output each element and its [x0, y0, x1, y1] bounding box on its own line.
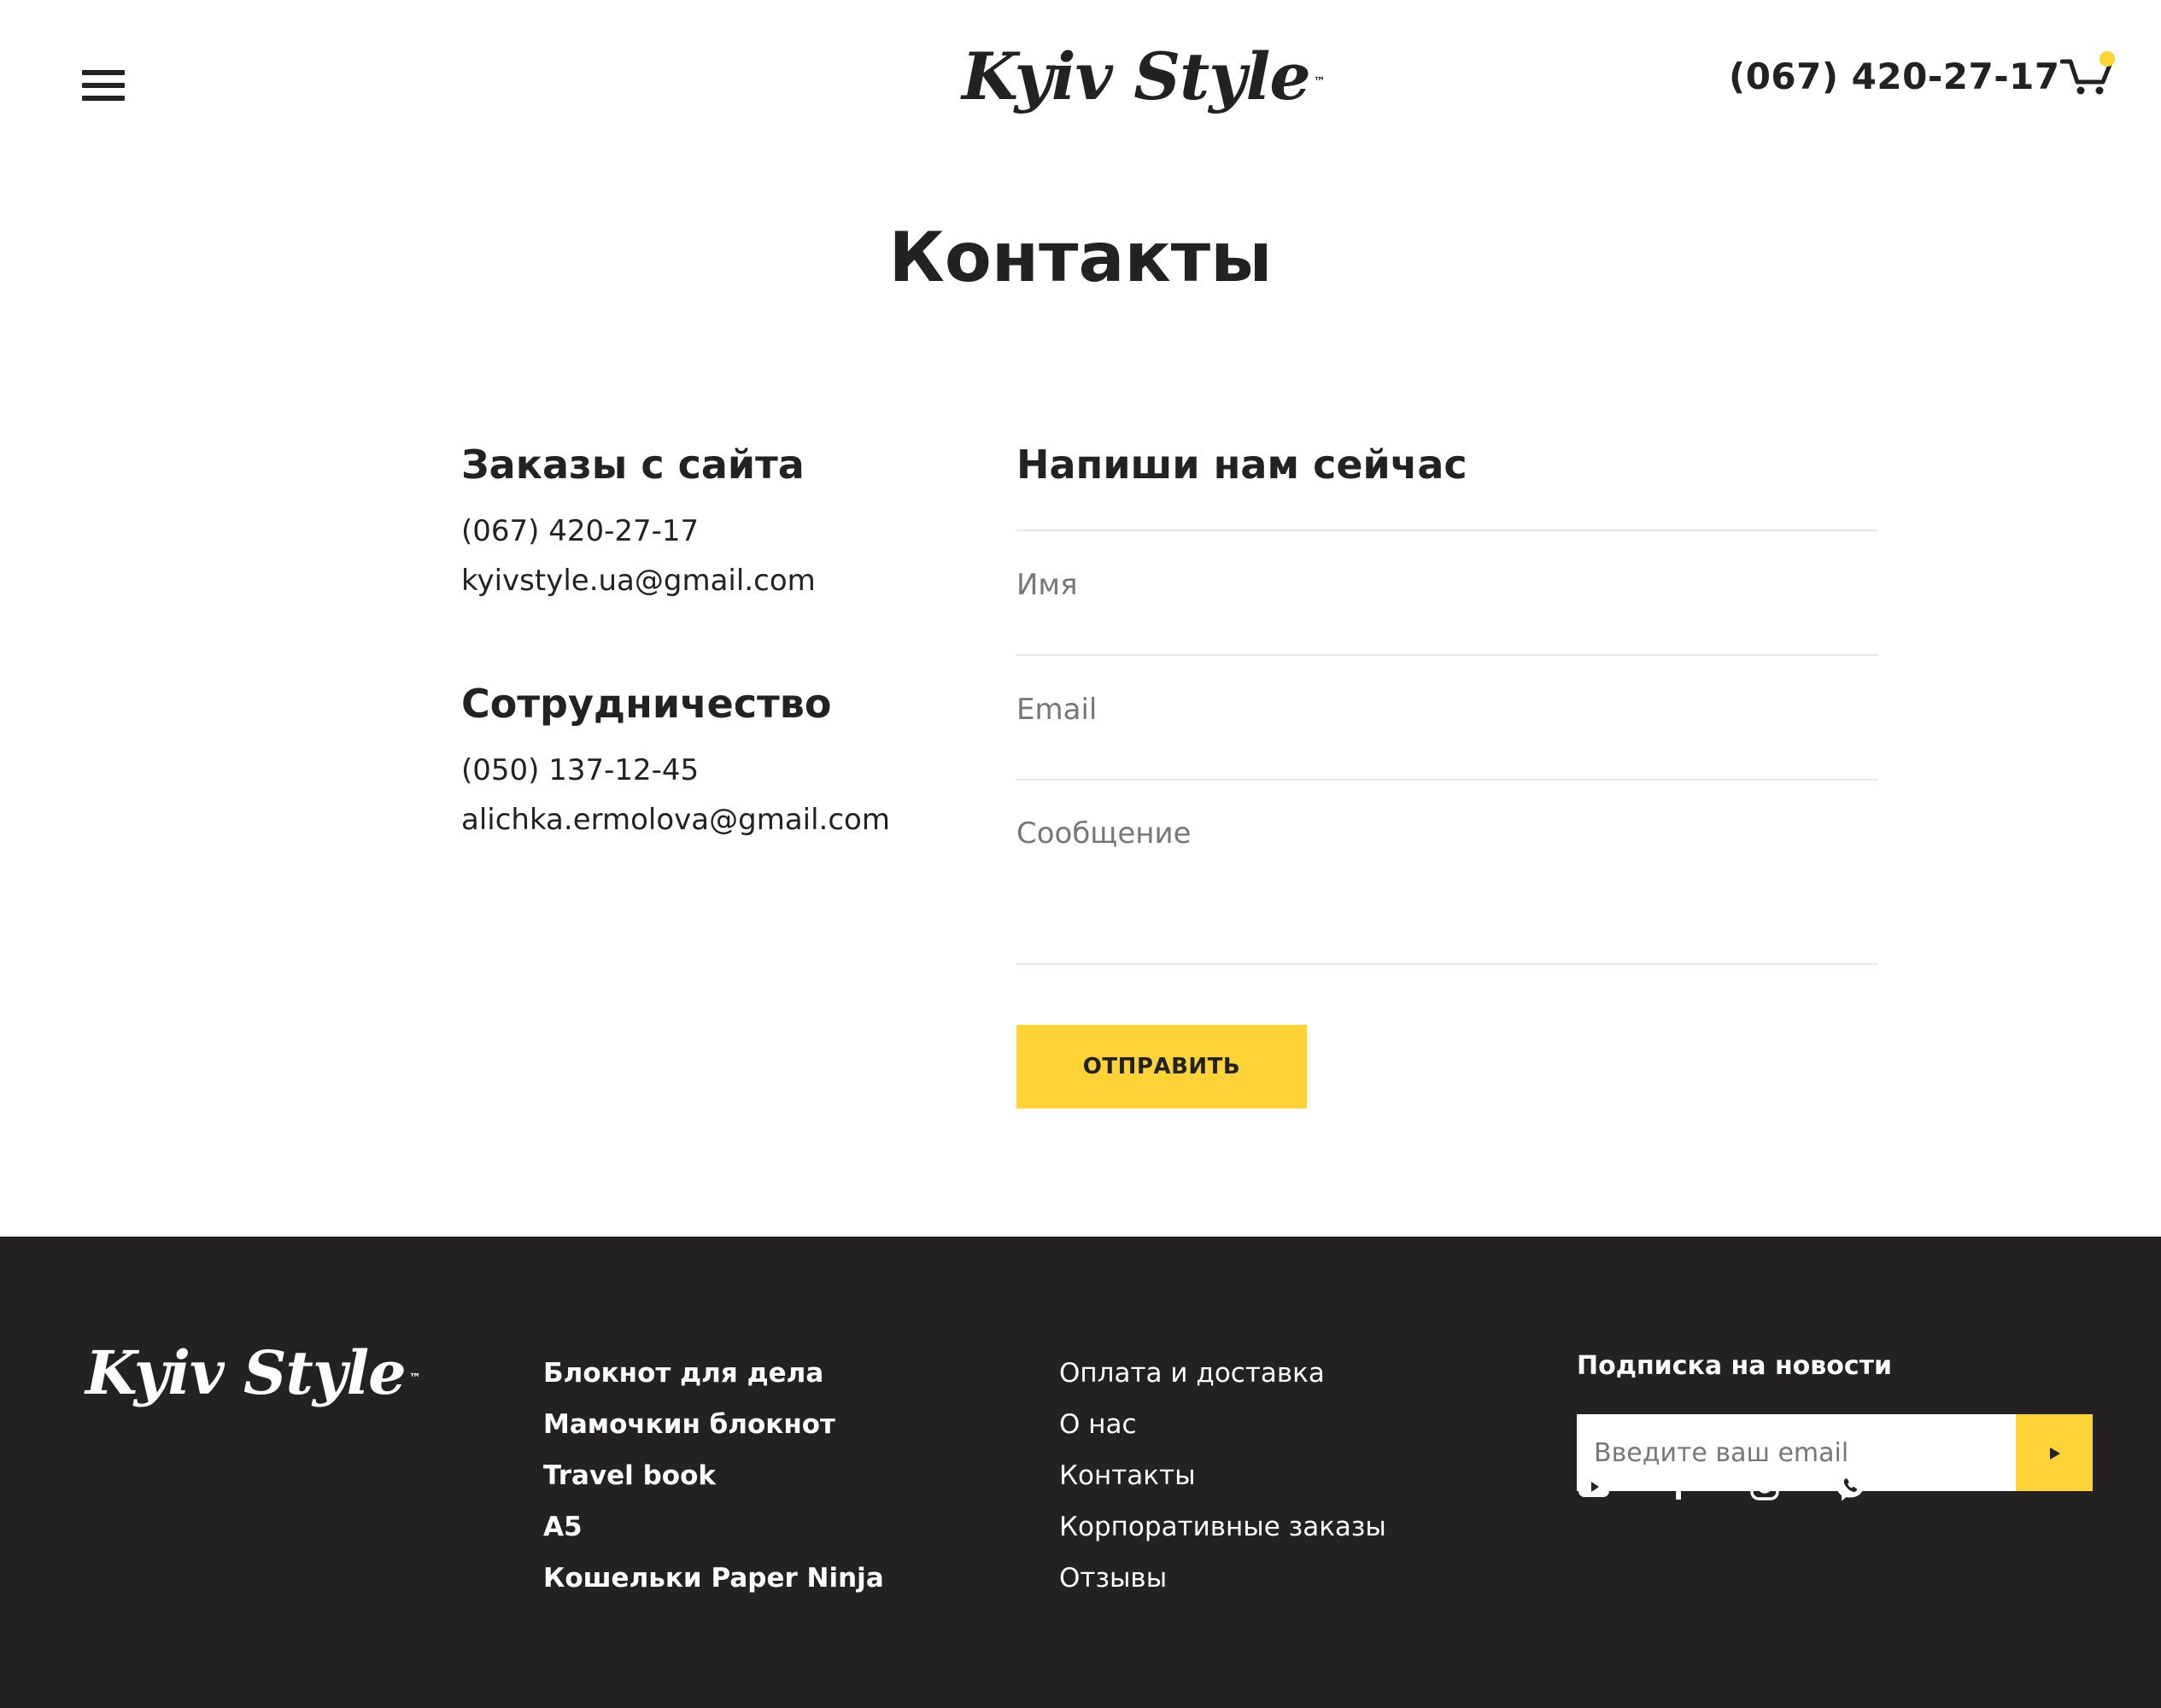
page-title: Контакты — [888, 218, 1273, 297]
footer-info-link[interactable]: Оплата и доставка — [1059, 1348, 1386, 1399]
footer-product-link[interactable]: Кошельки Paper Ninja — [543, 1553, 884, 1604]
message-textarea[interactable] — [1016, 815, 1877, 960]
submit-button[interactable]: ОТПРАВИТЬ — [1016, 1025, 1307, 1108]
cart-badge-dot — [2100, 51, 2115, 67]
orders-email[interactable]: kyivstyle.ua@gmail.com — [461, 562, 816, 600]
form-divider — [1016, 529, 1877, 531]
footer-products-menu: Блокнот для дела Мамочкин блокнот Travel… — [543, 1348, 884, 1604]
footer-info-menu: Оплата и доставка О нас Контакты Корпора… — [1059, 1348, 1386, 1604]
logo-trademark: ™ — [408, 1372, 421, 1385]
form-title: Напиши нам сейчас — [1016, 442, 1467, 488]
facebook-icon[interactable] — [1662, 1469, 1696, 1503]
cooperation-title: Сотрудничество — [461, 681, 832, 727]
subscribe-submit-button[interactable] — [2016, 1414, 2093, 1491]
footer-product-link[interactable]: Блокнот для дела — [543, 1348, 884, 1399]
site-header: Kyiv Style ™ (067) 420-27-17 — [0, 0, 2161, 171]
footer-info-link[interactable]: Отзывы — [1059, 1553, 1386, 1604]
footer-logo[interactable]: Kyiv Style ™ — [85, 1331, 421, 1416]
header-phone[interactable]: (067) 420-27-17 — [1729, 55, 2060, 99]
logo-text: Kyiv Style — [85, 1337, 407, 1408]
footer-product-link[interactable]: A5 — [543, 1501, 884, 1553]
youtube-icon[interactable] — [1577, 1469, 1611, 1503]
cooperation-email[interactable]: alichka.ermolova@gmail.com — [461, 801, 890, 839]
form-divider — [1016, 654, 1877, 656]
form-divider — [1016, 779, 1877, 781]
logo-trademark: ™ — [1313, 75, 1326, 89]
footer-product-link[interactable]: Мамочкин блокнот — [543, 1399, 884, 1450]
orders-title: Заказы с сайта — [461, 442, 805, 488]
site-footer: Kyiv Style ™ Блокнот для дела Мамочкин бл… — [0, 1237, 2161, 1708]
name-input[interactable] — [1016, 564, 1877, 606]
footer-info-link[interactable]: Корпоративные заказы — [1059, 1501, 1386, 1553]
orders-phone[interactable]: (067) 420-27-17 — [461, 512, 699, 550]
footer-product-link[interactable]: Travel book — [543, 1450, 884, 1501]
play-arrow-icon — [2050, 1448, 2060, 1459]
form-divider — [1016, 963, 1877, 965]
cooperation-phone[interactable]: (050) 137-12-45 — [461, 752, 699, 789]
viber-icon[interactable] — [1833, 1469, 1867, 1503]
footer-info-link[interactable]: Контакты — [1059, 1450, 1386, 1501]
subscribe-title: Подписка на новости — [1577, 1351, 1893, 1381]
site-logo[interactable]: Kyiv Style ™ — [962, 34, 1326, 120]
menu-icon[interactable] — [82, 70, 125, 101]
email-input[interactable] — [1016, 688, 1877, 731]
instagram-icon[interactable] — [1748, 1469, 1782, 1503]
subscribe-email-input[interactable] — [1577, 1414, 2016, 1491]
footer-info-link[interactable]: О нас — [1059, 1399, 1386, 1450]
logo-text: Kyiv Style — [962, 38, 1311, 114]
